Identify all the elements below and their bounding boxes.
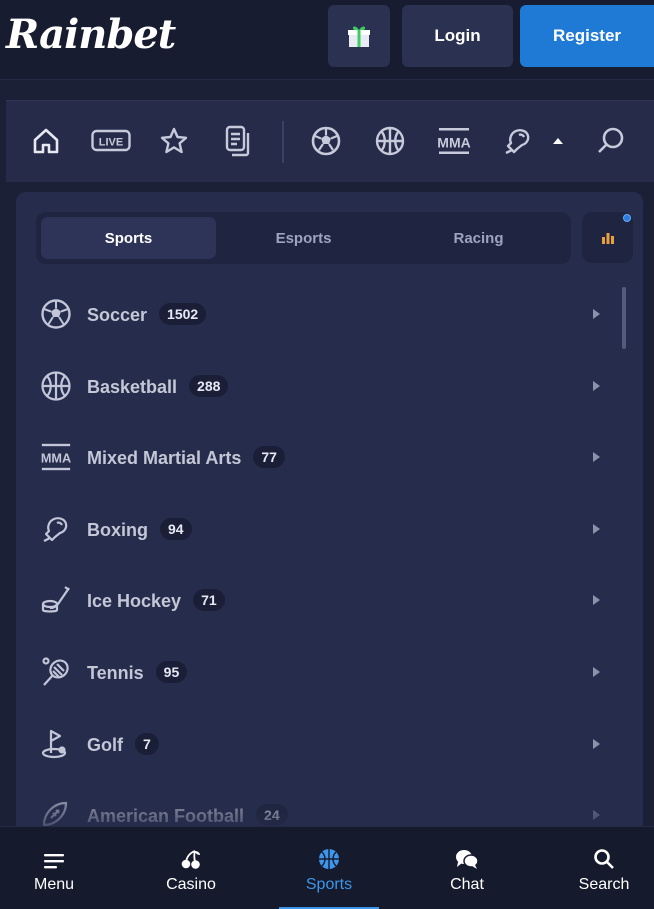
sport-name: Golf 7 bbox=[87, 732, 159, 756]
search-icon[interactable] bbox=[591, 121, 631, 161]
notification-dot bbox=[623, 214, 631, 222]
sport-label: Soccer bbox=[87, 304, 148, 325]
tab-sports[interactable]: Sports bbox=[41, 217, 216, 259]
sport-label: Mixed Martial Arts bbox=[87, 447, 242, 468]
sport-list: Soccer 1502 Basketball 288 MMA Mixed Mar… bbox=[16, 279, 643, 832]
nav-search[interactable]: Search bbox=[544, 827, 654, 909]
sport-row-boxing[interactable]: Boxing 94 bbox=[16, 499, 643, 559]
nav-label: Chat bbox=[450, 875, 484, 893]
sport-row-golf[interactable]: Golf 7 bbox=[16, 714, 643, 774]
nav-casino[interactable]: Casino bbox=[131, 827, 251, 909]
soccer-ball-icon bbox=[40, 298, 72, 330]
bottom-navigation: Menu Casino Sports Chat Search bbox=[0, 826, 654, 909]
live-icon[interactable]: LIVE bbox=[90, 121, 132, 161]
boxing-glove-icon[interactable] bbox=[498, 121, 538, 161]
strip-divider bbox=[282, 121, 284, 163]
basketball-icon bbox=[318, 844, 340, 870]
sport-name: Ice Hockey 71 bbox=[87, 588, 225, 612]
sport-label: Tennis bbox=[87, 662, 144, 683]
menu-icon bbox=[43, 844, 65, 870]
nav-chat[interactable]: Chat bbox=[407, 827, 527, 909]
stats-button[interactable] bbox=[582, 212, 633, 263]
sports-panel: Sports Esports Racing Soccer 1502 Basket… bbox=[16, 192, 643, 832]
chevron-right-icon bbox=[593, 667, 600, 677]
boxing-glove-icon bbox=[40, 513, 72, 545]
event-count-badge: 71 bbox=[193, 588, 225, 611]
mma-icon: MMA bbox=[40, 441, 72, 473]
sport-row-tennis[interactable]: Tennis 95 bbox=[16, 642, 643, 702]
bar-chart-icon bbox=[601, 232, 614, 244]
nav-menu[interactable]: Menu bbox=[0, 827, 114, 909]
tab-racing[interactable]: Racing bbox=[391, 217, 566, 259]
sport-name: Boxing 94 bbox=[87, 517, 192, 541]
chevron-right-icon bbox=[593, 452, 600, 462]
sport-row-mma[interactable]: MMA Mixed Martial Arts 77 bbox=[16, 427, 643, 487]
golf-flag-icon bbox=[40, 728, 72, 760]
home-icon[interactable] bbox=[26, 121, 66, 161]
ice-hockey-icon bbox=[40, 584, 72, 616]
bet-slip-icon[interactable] bbox=[218, 121, 258, 161]
event-count-badge: 24 bbox=[256, 803, 288, 826]
event-count-badge: 7 bbox=[135, 732, 159, 755]
chevron-right-icon bbox=[593, 381, 600, 391]
sport-name: Mixed Martial Arts 77 bbox=[87, 445, 285, 469]
live-icon-label: LIVE bbox=[99, 137, 123, 149]
sport-row-soccer[interactable]: Soccer 1502 bbox=[16, 284, 643, 344]
sport-name: American Football 24 bbox=[87, 803, 288, 827]
tennis-racket-icon bbox=[40, 656, 72, 688]
mma-icon-label: MMA bbox=[41, 452, 71, 466]
search-icon bbox=[593, 844, 615, 870]
chat-icon bbox=[455, 844, 479, 870]
gift-icon bbox=[348, 26, 370, 47]
expand-caret-up-icon[interactable] bbox=[548, 121, 568, 161]
nav-label: Menu bbox=[33, 875, 75, 893]
favorites-star-icon[interactable] bbox=[154, 121, 194, 161]
chevron-right-icon bbox=[593, 524, 600, 534]
event-count-badge: 1502 bbox=[159, 302, 207, 325]
sport-list-scrollbar[interactable] bbox=[622, 287, 626, 349]
sport-row-ice-hockey[interactable]: Ice Hockey 71 bbox=[16, 570, 643, 630]
event-count-badge: 288 bbox=[189, 374, 229, 397]
mma-icon-label: MMA bbox=[437, 135, 470, 151]
sport-row-basketball[interactable]: Basketball 288 bbox=[16, 356, 643, 416]
basketball-icon[interactable] bbox=[370, 121, 410, 161]
top-header: Rainbet Login Register bbox=[0, 0, 654, 80]
sport-label: Boxing bbox=[87, 519, 148, 540]
event-count-badge: 77 bbox=[253, 445, 285, 468]
chevron-right-icon bbox=[593, 309, 600, 319]
sport-row-american-football[interactable]: American Football 24 bbox=[16, 785, 643, 832]
tab-esports[interactable]: Esports bbox=[216, 217, 391, 259]
basketball-icon bbox=[40, 370, 72, 402]
chevron-right-icon bbox=[593, 595, 600, 605]
sport-label: Ice Hockey bbox=[87, 590, 182, 611]
sport-label: American Football bbox=[87, 805, 245, 826]
category-tabs: Sports Esports Racing bbox=[36, 212, 571, 264]
nav-sports[interactable]: Sports bbox=[269, 827, 389, 909]
login-button[interactable]: Login bbox=[402, 5, 513, 67]
soccer-ball-icon[interactable] bbox=[306, 121, 346, 161]
register-button[interactable]: Register bbox=[520, 5, 654, 67]
sport-name: Tennis 95 bbox=[87, 660, 188, 684]
sport-shortcut-bar: LIVE MMA bbox=[6, 100, 654, 182]
chevron-right-icon bbox=[593, 739, 600, 749]
event-count-badge: 94 bbox=[160, 517, 192, 540]
sport-name: Basketball 288 bbox=[87, 374, 229, 398]
mma-icon[interactable]: MMA bbox=[434, 121, 474, 161]
nav-label: Sports bbox=[305, 875, 353, 893]
nav-label: Search bbox=[578, 875, 630, 893]
rainbet-logo[interactable]: Rainbet bbox=[6, 8, 176, 62]
rewards-gift-button[interactable] bbox=[328, 5, 390, 67]
event-count-badge: 95 bbox=[155, 660, 188, 683]
sport-name: Soccer 1502 bbox=[87, 302, 207, 326]
sport-label: Golf bbox=[87, 734, 123, 755]
sport-label: Basketball bbox=[87, 376, 178, 397]
chevron-right-icon bbox=[593, 810, 600, 820]
nav-label: Casino bbox=[166, 875, 216, 893]
cherries-icon bbox=[180, 844, 202, 870]
